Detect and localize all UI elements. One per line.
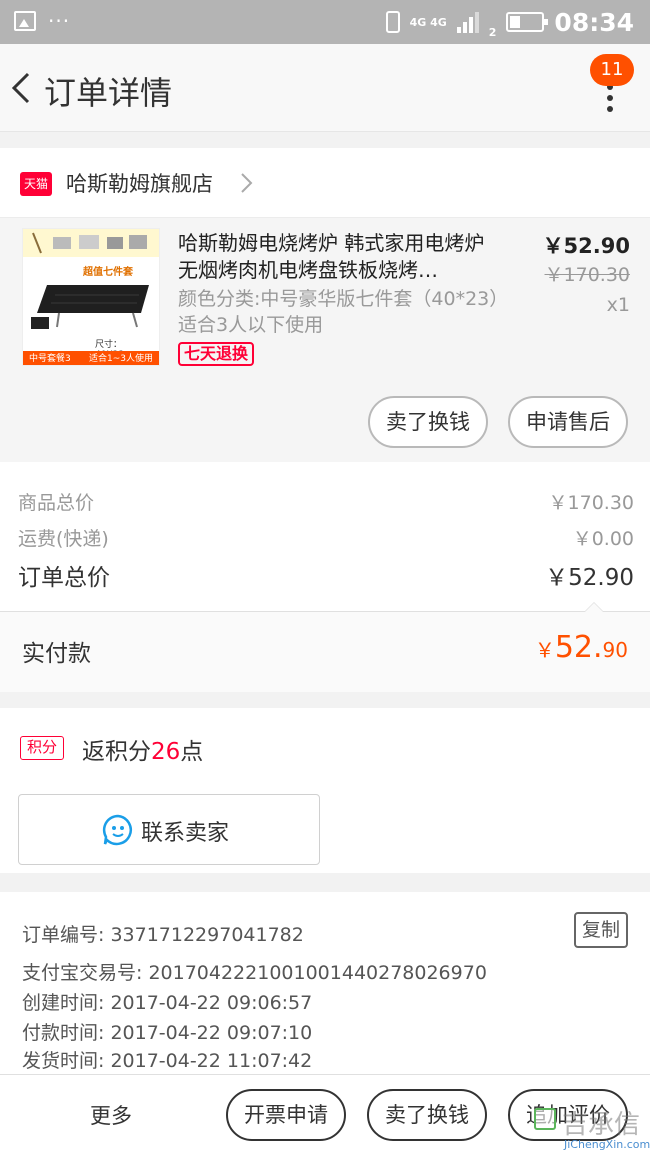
more-notifications-icon: ··· [48,9,71,33]
image-notification-icon [14,11,36,31]
points-number: 26 [151,739,181,765]
product-image[interactable]: 超值七件套 尺寸：40X23cm 中号套餐3 适合1~3人使用 [22,228,160,366]
signal-icon [456,11,479,33]
points-text: 返积分26点 [82,732,203,766]
status-bar: ··· 4G 4G 2 08:34 [0,0,650,44]
order-total-row: 订单总价 ￥52.90 [18,558,634,592]
order-total-label: 订单总价 [18,565,110,591]
image-bottom-left-text: 中号套餐3 [29,354,71,364]
points-tag: 积分 [20,736,64,760]
shop-header[interactable]: 天猫 哈斯勒姆旗舰店 [0,148,650,218]
more-button[interactable]: 更多 [90,1100,132,1130]
goods-total-label: 商品总价 [18,492,95,514]
more-menu-icon[interactable] [600,84,620,124]
points-suffix: 点 [180,739,204,765]
shipping-row: 运费(快递) ￥0.00 [18,524,634,551]
shop-name: 哈斯勒姆旗舰店 [66,172,213,196]
order-total-value: ￥52.90 [545,565,634,591]
actual-payment: 实付款 ￥52.90 [0,612,650,692]
product-sku: 颜色分类:中号豪华版七件套（40*23）适合3人以下使用 [178,288,499,336]
sell-for-cash-button[interactable]: 卖了换钱 [368,396,488,448]
product-item[interactable]: 超值七件套 尺寸：40X23cm 中号套餐3 适合1~3人使用 哈斯勒姆电烧烤炉… [0,218,650,462]
actual-payment-label: 实付款 [22,641,91,667]
image-accessories [23,229,159,257]
sim-slot: 2 [488,26,497,39]
after-sale-button[interactable]: 申请售后 [508,396,628,448]
alipay-trade-number: 支付宝交易号: 2017042221001001440278026970 [22,962,487,984]
chevron-right-icon [241,173,253,193]
points-prefix: 返积分 [82,739,151,765]
battery-icon [506,12,549,32]
goods-total-row: 商品总价 ￥170.30 [18,488,634,515]
copy-button[interactable]: 复制 [574,912,628,948]
points-section: 积分 返积分26点 联系卖家 [0,708,650,873]
nav-bar: 订单详情 11 [0,44,650,132]
chat-bubble-icon [102,814,132,846]
contact-seller-label: 联系卖家 [141,821,230,846]
sell-for-cash-bottom-button[interactable]: 卖了换钱 [367,1089,487,1141]
shipped-time: 发货时间: 2017-04-22 11:07:42 [22,1050,313,1072]
vibrate-icon [385,11,400,33]
back-arrow-icon[interactable] [8,68,38,108]
return-policy-tag: 七天退换 [178,342,255,366]
contact-seller-button[interactable]: 联系卖家 [18,794,320,865]
shipping-value: ￥0.00 [572,528,634,550]
amount-integer: 52. [554,630,603,665]
pointer-notch [584,602,604,612]
paid-time: 付款时间: 2017-04-22 09:07:10 [22,1022,313,1044]
order-info: 订单编号: 3371712297041782 复制 支付宝交易号: 201704… [0,892,650,1074]
actual-payment-value: ￥52.90 [535,630,628,665]
tmall-logo-icon: 天猫 [20,172,52,196]
product-price: ￥52.90 [542,234,630,258]
network-type: 4G 4G [409,15,447,29]
product-title[interactable]: 哈斯勒姆电烧烤炉 韩式家用电烤炉 无烟烤肉机电烤盘铁板烧烤… [178,230,508,284]
watermark: 吉承信 JiChengXin.com [530,1098,650,1154]
created-time: 创建时间: 2017-04-22 09:06:57 [22,992,313,1014]
invoice-request-button[interactable]: 开票申请 [226,1089,346,1141]
watermark-text: 吉承信 [562,1110,641,1140]
price-summary: 商品总价 ￥170.30 运费(快递) ￥0.00 订单总价 ￥52.90 [0,462,650,612]
image-bottom-banner: 中号套餐3 适合1~3人使用 [23,351,159,365]
watermark-url: JiChengXin.com [564,1138,650,1151]
amount-decimal: 90 [602,638,628,662]
goods-total-value: ￥170.30 [548,492,634,514]
watermark-logo-icon [534,1108,556,1130]
order-number: 订单编号: 3371712297041782 [22,924,304,946]
product-quantity: x1 [606,294,630,316]
currency-symbol: ￥ [534,638,555,662]
page-title: 订单详情 [44,74,173,112]
product-original-price: ￥170.30 [544,264,630,286]
shipping-label: 运费(快递) [18,528,109,550]
clock: 08:34 [554,7,634,37]
image-bottom-right-text: 适合1~3人使用 [89,354,153,364]
grill-plate-picture [31,285,149,329]
message-badge: 11 [590,54,634,86]
